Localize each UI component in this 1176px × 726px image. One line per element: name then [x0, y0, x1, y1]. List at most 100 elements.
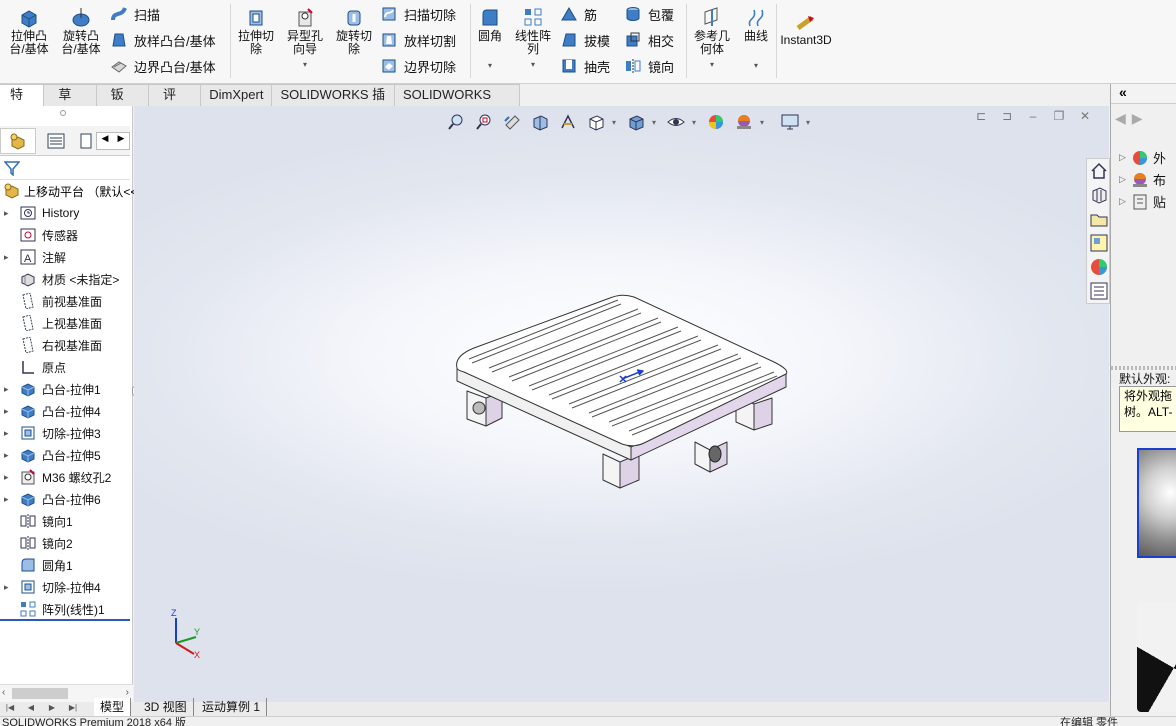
instant3d-button[interactable]: Instant3D: [780, 14, 832, 47]
back-icon[interactable]: ◀: [1115, 110, 1126, 132]
tab-solidworks-mbd[interactable]: SOLIDWORKS MBD: [394, 84, 521, 122]
tab-model[interactable]: 模型: [94, 698, 132, 716]
hole-wizard-dropdown-icon[interactable]: ▾: [303, 58, 307, 71]
feature-tree-tab[interactable]: [0, 128, 36, 154]
expand-icon[interactable]: ▷: [1119, 196, 1131, 207]
hole-wizard-button[interactable]: 异型孔 向导 ▾: [282, 6, 328, 71]
tp-item-appearances[interactable]: ▷ 外: [1119, 148, 1166, 167]
tree-item[interactable]: ▸ 凸台-拉伸4: [0, 400, 133, 422]
file-explorer-icon[interactable]: [1089, 209, 1109, 229]
tree-item[interactable]: ▸ A 注解: [0, 246, 133, 268]
scroll-left-icon[interactable]: ◀: [97, 133, 113, 149]
view-palette-icon[interactable]: [1089, 233, 1109, 253]
draft-button[interactable]: 拔模: [560, 30, 610, 50]
tree-item[interactable]: ▸ 切除-拉伸4: [0, 576, 133, 598]
platform-model[interactable]: [456, 294, 788, 489]
next-tab-icon[interactable]: ▶: [42, 703, 62, 716]
tp-item-decals[interactable]: ▷ 贴: [1119, 192, 1166, 211]
expand-arrow-icon[interactable]: ▸: [4, 428, 14, 439]
tree-item[interactable]: 材质 <未指定>: [0, 268, 133, 290]
panel-tab-scroller[interactable]: ◀ ▶: [96, 132, 130, 150]
tree-item[interactable]: 前视基准面: [0, 290, 133, 312]
model-view[interactable]: Z Y X: [134, 106, 1109, 702]
tab-features[interactable]: 特征: [0, 84, 45, 122]
boundary-cut-button[interactable]: 边界切除: [380, 56, 456, 76]
extrude-cut-button[interactable]: 拉伸切 除: [234, 6, 278, 56]
sweep-button[interactable]: 扫描: [110, 4, 160, 24]
design-library-icon[interactable]: [1089, 185, 1109, 205]
config-manager-tab[interactable]: [76, 128, 96, 154]
curves-dropdown-icon[interactable]: ▾: [754, 59, 758, 72]
tab-sheet-metal[interactable]: 钣金: [96, 84, 149, 122]
tab-sketch[interactable]: 草图: [44, 84, 97, 122]
reference-geometry-dropdown-icon[interactable]: ▾: [710, 58, 714, 71]
linear-pattern-dropdown-icon[interactable]: ▾: [531, 58, 535, 71]
tree-item[interactable]: 原点: [0, 356, 133, 378]
appearances-scenes-icon[interactable]: [1089, 257, 1109, 277]
expand-arrow-icon[interactable]: ▸: [4, 384, 14, 395]
tab-solidworks-addins[interactable]: SOLIDWORKS 插件: [272, 84, 395, 122]
tree-item[interactable]: 上视基准面: [0, 312, 133, 334]
expand-arrow-icon[interactable]: ▸: [4, 494, 14, 505]
reference-geometry-button[interactable]: 参考几 何体 ▾: [690, 6, 734, 71]
fillet-button[interactable]: 圆角 ▾: [474, 6, 506, 72]
expand-icon[interactable]: ▷: [1119, 174, 1131, 185]
panel-grip-icon[interactable]: [60, 110, 66, 116]
prev-tab-icon[interactable]: ◀: [21, 703, 41, 716]
tree-item[interactable]: 传感器: [0, 224, 133, 246]
tab-evaluate[interactable]: 评估: [148, 84, 202, 122]
fillet-dropdown-icon[interactable]: ▾: [488, 59, 492, 72]
expand-arrow-icon[interactable]: ▸: [4, 450, 14, 461]
property-manager-tab[interactable]: [38, 128, 74, 154]
expand-arrow-icon[interactable]: ▸: [4, 252, 14, 263]
expand-arrow-icon[interactable]: ▸: [4, 582, 14, 593]
hscroll-left-icon[interactable]: ‹: [2, 687, 5, 698]
tree-item[interactable]: 镜向1: [0, 510, 133, 532]
tab-3d-view[interactable]: 3D 视图: [138, 698, 194, 716]
filter-icon[interactable]: [4, 160, 20, 176]
rollback-bar[interactable]: [0, 619, 130, 621]
shell-button[interactable]: 抽壳: [560, 56, 610, 76]
expand-arrow-icon[interactable]: ▸: [4, 406, 14, 417]
graphics-area[interactable]: ▾ ▾ ▾ ▾ ▾ ⊏ ⊐ – ❐ ✕ Z Y X: [134, 106, 1109, 702]
custom-properties-icon[interactable]: [1089, 281, 1109, 301]
scroll-right-icon[interactable]: ▶: [113, 133, 129, 149]
intersect-button[interactable]: 相交: [624, 30, 674, 50]
extrude-boss-button[interactable]: 拉伸凸 台/基体: [6, 6, 52, 56]
tree-item[interactable]: 圆角1: [0, 554, 133, 576]
lofted-cut-button[interactable]: 放样切割: [380, 30, 456, 50]
expand-arrow-icon[interactable]: ▸: [4, 208, 14, 219]
curves-button[interactable]: 曲线 ▾: [740, 6, 772, 72]
tree-item[interactable]: ▸ 切除-拉伸3: [0, 422, 133, 444]
tree-item[interactable]: ▸ 凸台-拉伸1: [0, 378, 133, 400]
tp-item-scenes[interactable]: ▷ 布: [1119, 170, 1166, 189]
tree-item[interactable]: ▸ 凸台-拉伸6: [0, 488, 133, 510]
hscroll-thumb[interactable]: [12, 688, 68, 699]
forward-icon[interactable]: ▶: [1132, 110, 1143, 132]
tree-filter[interactable]: [0, 156, 130, 180]
tree-item[interactable]: ▸ M36 螺纹孔2: [0, 466, 133, 488]
tree-item[interactable]: 右视基准面: [0, 334, 133, 356]
home-icon[interactable]: [1089, 161, 1109, 181]
expand-icon[interactable]: ▷: [1119, 152, 1131, 163]
tree-item[interactable]: ▸ History: [0, 202, 133, 224]
appearance-swatch-selected[interactable]: [1137, 448, 1176, 558]
task-pane-collapse-button[interactable]: «: [1111, 84, 1176, 104]
revolve-boss-button[interactable]: 旋转凸 台/基体: [58, 6, 104, 56]
mirror-button[interactable]: 镜向: [624, 56, 674, 76]
loft-boss-button[interactable]: 放样凸台/基体: [110, 30, 216, 50]
first-tab-icon[interactable]: |◀: [0, 703, 20, 716]
tab-scroll-buttons[interactable]: |◀ ◀ ▶ ▶|: [0, 702, 88, 716]
wrap-button[interactable]: 包覆: [624, 4, 674, 24]
tab-motion-study[interactable]: 运动算例 1: [196, 698, 268, 716]
tree-item[interactable]: 镜向2: [0, 532, 133, 554]
tab-dimxpert[interactable]: DimXpert: [201, 84, 273, 106]
last-tab-icon[interactable]: ▶|: [63, 703, 83, 716]
expand-arrow-icon[interactable]: ▸: [4, 472, 14, 483]
appearance-swatch-checker[interactable]: [1137, 602, 1176, 712]
tree-item[interactable]: 阵列(线性)1: [0, 598, 133, 620]
swept-cut-button[interactable]: 扫描切除: [380, 4, 456, 24]
tree-root[interactable]: 上移动平台 （默认<<: [4, 182, 137, 200]
hscroll-right-icon[interactable]: ›: [126, 687, 129, 698]
boundary-boss-button[interactable]: 边界凸台/基体: [110, 56, 216, 76]
